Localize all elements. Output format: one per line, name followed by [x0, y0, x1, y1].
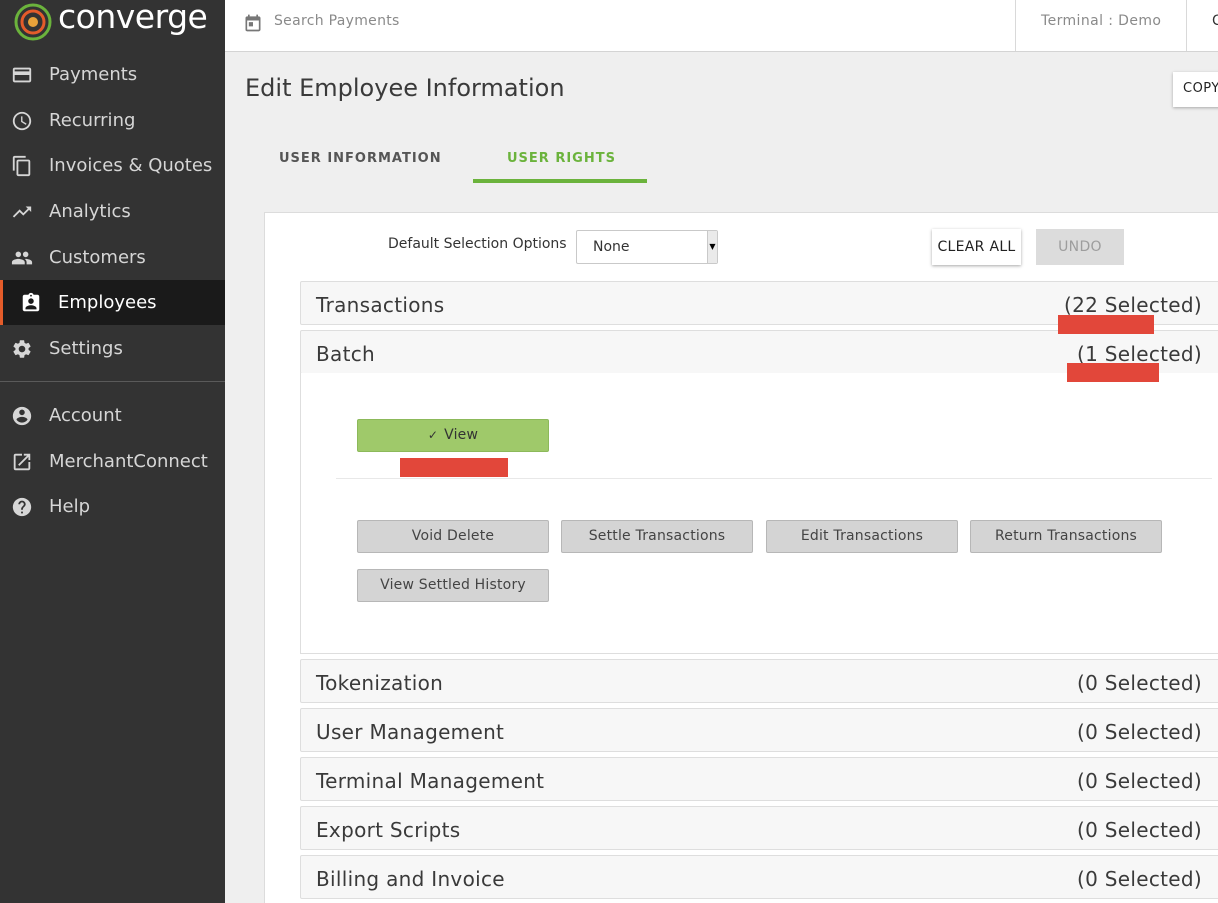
sidebar-item-label: Help [49, 496, 91, 517]
undo-button[interactable]: UNDO [1036, 229, 1124, 265]
section-billing-and-invoice[interactable]: Billing and Invoice (0 Selected) [300, 855, 1218, 899]
sidebar-item-employees[interactable]: Employees [0, 280, 225, 325]
sidebar-divider [0, 381, 225, 382]
credit-card-icon [12, 67, 32, 83]
default-selection-label: Default Selection Options [388, 236, 567, 252]
external-link-icon [13, 453, 31, 471]
logo-text: converge [58, 0, 208, 36]
copy-button[interactable]: COPY [1173, 72, 1218, 107]
section-tokenization[interactable]: Tokenization (0 Selected) [300, 659, 1218, 703]
section-count: (0 Selected) [1077, 671, 1202, 695]
permissions-divider [336, 478, 1212, 479]
section-title: Terminal Management [316, 769, 545, 793]
section-count: (0 Selected) [1077, 769, 1202, 793]
permission-label: View [444, 427, 479, 443]
sidebar-item-label: Analytics [49, 201, 131, 222]
section-count: (22 Selected) [1063, 293, 1202, 317]
section-count: (0 Selected) [1077, 818, 1202, 842]
section-count: (0 Selected) [1077, 720, 1202, 744]
sidebar-item-label: Customers [49, 247, 146, 268]
default-selection-value: None [593, 239, 630, 255]
section-count: (0 Selected) [1077, 867, 1202, 891]
tab-user-rights[interactable]: USER RIGHTS [507, 151, 616, 166]
sidebar-item-label: Employees [58, 292, 157, 313]
permission-label: View Settled History [380, 577, 526, 593]
permission-view-toggle[interactable]: ✓ View [357, 419, 549, 452]
sidebar-item-recurring[interactable]: Recurring [0, 98, 225, 143]
sidebar-item-payments[interactable]: Payments [0, 52, 225, 97]
checkmark-icon: ✓ [427, 428, 439, 442]
sidebar-item-label: Payments [49, 64, 138, 85]
badge-icon [22, 292, 40, 312]
page-title: Edit Employee Information [245, 74, 565, 102]
section-title: User Management [316, 720, 505, 744]
topbar-divider [1186, 0, 1187, 51]
permission-settle-transactions-toggle[interactable]: Settle Transactions [561, 520, 753, 553]
calendar-icon[interactable] [243, 12, 263, 34]
section-export-scripts[interactable]: Export Scripts (0 Selected) [300, 806, 1218, 850]
caret-down-icon: ▼ [707, 231, 717, 263]
tab-user-information[interactable]: USER INFORMATION [279, 151, 442, 166]
section-title: Tokenization [316, 671, 444, 695]
sidebar-item-label: Invoices & Quotes [49, 155, 213, 176]
permission-void-delete-toggle[interactable]: Void Delete [357, 520, 549, 553]
clock-icon [12, 111, 32, 131]
highlight-marker [1058, 315, 1154, 334]
permission-view-settled-history-toggle[interactable]: View Settled History [357, 569, 549, 602]
sidebar-item-merchantconnect[interactable]: MerchantConnect [0, 439, 225, 484]
sidebar-item-settings[interactable]: Settings [0, 326, 225, 371]
batch-section-body [300, 373, 1218, 654]
highlight-marker [1067, 363, 1159, 382]
sidebar-item-help[interactable]: Help [0, 484, 225, 529]
terminal-selector[interactable]: Terminal : Demo [1041, 13, 1161, 29]
sidebar-item-label: MerchantConnect [49, 451, 208, 472]
permission-label: Return Transactions [994, 528, 1138, 544]
gear-icon [13, 340, 31, 358]
section-title: Billing and Invoice [316, 867, 505, 891]
sidebar-item-customers[interactable]: Customers [0, 235, 225, 280]
topbar-truncated-item[interactable]: C [1212, 13, 1218, 29]
clear-all-button[interactable]: CLEAR ALL [932, 229, 1021, 265]
section-user-management[interactable]: User Management (0 Selected) [300, 708, 1218, 752]
search-payments-input[interactable]: Search Payments [274, 13, 400, 29]
permission-label: Void Delete [411, 528, 495, 544]
people-icon [11, 251, 33, 265]
permission-label: Settle Transactions [588, 528, 726, 544]
top-bar: Search Payments Terminal : Demo C [225, 0, 1218, 52]
section-terminal-management[interactable]: Terminal Management (0 Selected) [300, 757, 1218, 801]
sidebar-item-analytics[interactable]: Analytics [0, 189, 225, 234]
section-title: Export Scripts [316, 818, 461, 842]
sidebar: converge Payments Recurring Invoices & Q… [0, 0, 225, 903]
converge-logo-icon [14, 3, 52, 41]
sidebar-item-label: Account [49, 405, 122, 426]
permission-edit-transactions-toggle[interactable]: Edit Transactions [766, 520, 958, 553]
account-circle-icon [12, 406, 32, 426]
section-title: Transactions [316, 293, 445, 317]
trending-up-icon [12, 206, 32, 218]
permission-return-transactions-toggle[interactable]: Return Transactions [970, 520, 1162, 553]
permission-label: Edit Transactions [800, 528, 924, 544]
section-title: Batch [316, 342, 375, 366]
sidebar-item-account[interactable]: Account [0, 393, 225, 438]
sidebar-item-invoices-quotes[interactable]: Invoices & Quotes [0, 143, 225, 188]
sidebar-item-label: Recurring [49, 110, 136, 131]
copy-icon [12, 155, 31, 177]
highlight-marker [400, 458, 508, 477]
default-selection-select[interactable]: None ▼ [576, 230, 718, 264]
topbar-divider [1015, 0, 1016, 51]
active-tab-indicator [473, 179, 647, 183]
sidebar-item-label: Settings [49, 338, 123, 359]
converge-logo[interactable]: converge [13, 0, 208, 42]
help-circle-icon [12, 497, 32, 517]
